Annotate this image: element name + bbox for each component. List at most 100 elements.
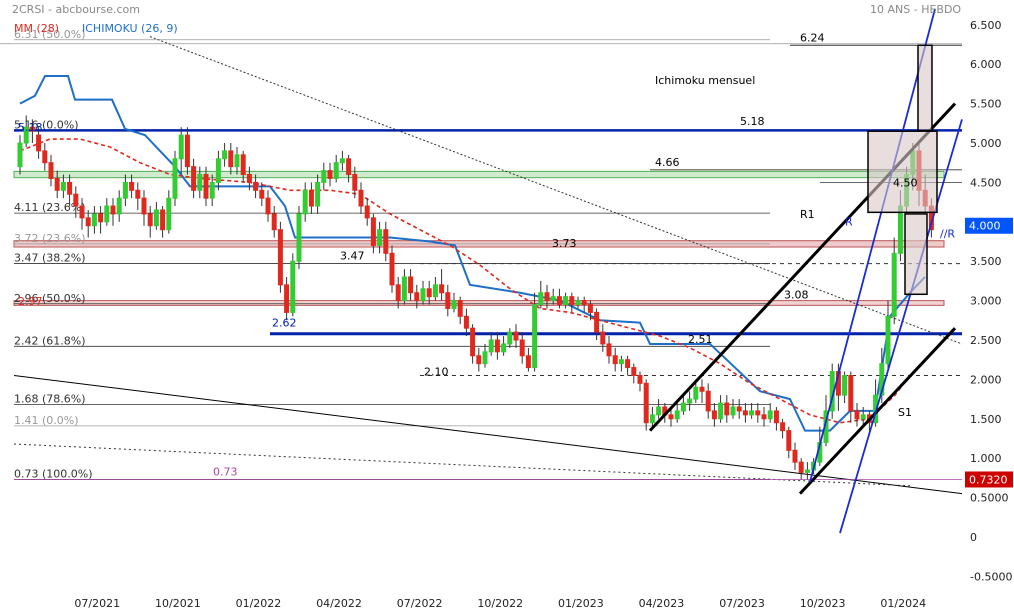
ma-legend: MM (28) [14,22,59,35]
candle-body [54,177,60,191]
annotation-label: 2.51 [688,333,713,346]
candle-body [129,181,135,191]
candle-body [680,402,686,412]
highlight-price-text: 4.000 [969,220,1001,233]
y-tick-label: 4.500 [970,176,1002,189]
candle-body [364,205,370,219]
x-tick-label: 01/2022 [236,597,282,610]
y-tick-label: 5.500 [970,98,1002,111]
candle-body [352,174,358,191]
candle-body [265,197,271,215]
candle-body [395,284,401,302]
annotation-label: 3.73 [552,237,577,250]
candle-body [773,410,779,424]
red-support-zone [13,300,945,306]
candle-body [842,374,848,396]
x-tick-label: 10/2021 [155,597,201,610]
candle-body [296,213,302,262]
candle-body [116,197,122,215]
annotation-label: 4.66 [655,156,680,169]
candle-body [600,331,606,345]
candle-body [482,351,488,365]
candle-body [463,315,469,329]
fib-label: 2.42 (61.8%) [14,334,86,347]
fib-label: 0.73 (100.0%) [14,467,93,480]
x-tick-label: 10/2023 [800,597,846,610]
target-box-up [917,44,933,132]
candle-body [699,386,705,392]
candle-body [60,181,66,191]
x-tick-label: 07/2022 [397,597,443,610]
candle-body [426,288,432,298]
candle-body [389,252,395,286]
candle-body [85,217,91,227]
candle-body [556,296,562,306]
candle-body [848,374,854,412]
candle-body [550,296,556,302]
candle-body [383,229,389,254]
fib-label: 3.72 (23.6%) [14,232,86,245]
annotation-label: 0.73 [213,465,238,478]
candle-body [897,205,903,254]
annotation-label: 2.10 [424,366,449,379]
candle-body [643,382,649,424]
x-tick-label: 07/2021 [74,597,120,610]
consolidation-box [867,130,938,214]
candle-body [308,189,314,207]
candle-body [656,406,662,416]
candle-body [544,292,550,302]
annotation-label: 2.97 [18,295,43,308]
candle-body [786,430,792,451]
annotation-label: R1 [800,208,815,221]
annotation-label: Ichimoku mensuel [655,74,755,87]
candle-body [67,181,73,195]
candle-body [618,359,624,365]
candle-body [687,398,693,404]
candle-body [160,209,166,231]
candle-body [575,300,581,306]
target-box-down [904,213,928,296]
candle-body [885,315,891,365]
y-tick-label: 2.500 [970,334,1002,347]
candle-body [284,284,290,313]
candle-body [178,134,184,160]
candle-body [705,390,711,412]
y-tick-label: 6.500 [970,19,1002,32]
source-label: 2CRSI - abcbourse.com [12,3,140,16]
candle-body [246,174,252,183]
annotation-label: 6.24 [800,31,825,44]
candle-body [563,296,569,306]
candle-body [215,158,221,183]
candle-body [854,410,860,420]
candle-body [377,229,383,246]
candle-body [240,154,246,176]
y-tick-label: 2.000 [970,373,1002,386]
candle-body [234,154,240,168]
candle-body [184,134,190,168]
green-resistance-zone [13,170,945,179]
candle-body [42,150,48,164]
candle-body [122,181,128,199]
candle-body [98,213,104,223]
x-tick-label: 04/2022 [316,597,362,610]
candle-body [625,359,631,369]
price-chart: 6.31 (50.0%)5.16 (0.0%)4.11 (23.6%)3.72 … [0,0,1014,613]
last-price-text: 0.7320 [969,473,1008,486]
candle-body [711,410,717,420]
candle-body [253,181,259,191]
x-tick-label: 01/2024 [880,597,926,610]
annotation-label: 3.47 [340,250,365,263]
candle-body [141,197,147,215]
y-tick-label: 0 [970,531,977,544]
annotation-label: 5.18 [740,115,765,128]
candle-body [587,304,593,313]
candle-body [755,410,761,416]
candle-body [780,422,786,432]
candle-body [519,339,525,357]
candle-body [91,213,97,227]
candle-body [718,402,724,420]
candle-body [110,205,116,215]
annotation-label: 3.08 [784,288,809,301]
candle-body [166,197,172,231]
y-tick-label: 0.5000 [970,492,1009,505]
